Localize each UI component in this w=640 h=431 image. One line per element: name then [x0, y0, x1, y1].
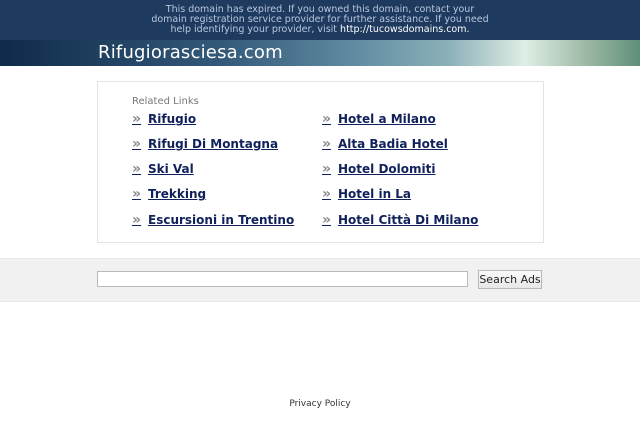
double-chevron-right-icon: »	[132, 136, 142, 152]
related-link[interactable]: » Hotel in La	[322, 186, 411, 202]
related-link-label: Hotel Dolomiti	[338, 162, 436, 176]
related-link-label: Trekking	[148, 187, 207, 201]
related-link-label: Escursioni in Trentino	[148, 213, 295, 227]
related-link-label: Hotel in La	[338, 187, 412, 201]
search-ads-button[interactable]: Search Ads	[478, 270, 542, 289]
page: This domain has expired. If you owned th…	[0, 0, 640, 431]
expired-domain-banner: This domain has expired. If you owned th…	[0, 0, 640, 40]
double-chevron-right-icon: »	[132, 186, 142, 202]
search-input[interactable]	[97, 271, 468, 287]
related-link[interactable]: » Rifugi Di Montagna	[132, 136, 278, 152]
related-link-label: Ski Val	[148, 162, 194, 176]
site-header: Rifugiorasciesa.com	[0, 40, 640, 66]
tucows-domains-link[interactable]: http://tucowsdomains.com.	[340, 24, 469, 35]
search-strip: Search Ads	[0, 258, 640, 302]
site-title: Rifugiorasciesa.com	[98, 42, 283, 63]
double-chevron-right-icon: »	[322, 212, 332, 228]
related-links-label: Related Links	[132, 96, 199, 107]
related-link-label: Hotel Città Di Milano	[338, 213, 479, 227]
related-link-label: Rifugi Di Montagna	[148, 137, 279, 151]
related-link[interactable]: » Hotel Città Di Milano	[322, 212, 478, 228]
related-link-label: Hotel a Milano	[338, 112, 436, 126]
privacy-policy-link[interactable]: Privacy Policy	[0, 399, 640, 409]
double-chevron-right-icon: »	[322, 186, 332, 202]
related-link-label: Alta Badia Hotel	[338, 137, 448, 151]
related-link[interactable]: » Ski Val	[132, 161, 194, 177]
related-link[interactable]: » Escursioni in Trentino	[132, 212, 294, 228]
double-chevron-right-icon: »	[132, 111, 142, 127]
related-link[interactable]: » Trekking	[132, 186, 206, 202]
double-chevron-right-icon: »	[322, 111, 332, 127]
related-link-label: Rifugio	[148, 112, 197, 126]
related-link[interactable]: » Rifugio	[132, 111, 196, 127]
related-links-box: Related Links » Rifugio » Rifugi Di Mont…	[97, 81, 544, 243]
related-link[interactable]: » Hotel a Milano	[322, 111, 436, 127]
double-chevron-right-icon: »	[322, 161, 332, 177]
double-chevron-right-icon: »	[132, 212, 142, 228]
double-chevron-right-icon: »	[322, 136, 332, 152]
related-link[interactable]: » Hotel Dolomiti	[322, 161, 435, 177]
double-chevron-right-icon: »	[132, 161, 142, 177]
related-link[interactable]: » Alta Badia Hotel	[322, 136, 448, 152]
banner-message: This domain has expired. If you owned th…	[150, 5, 490, 35]
